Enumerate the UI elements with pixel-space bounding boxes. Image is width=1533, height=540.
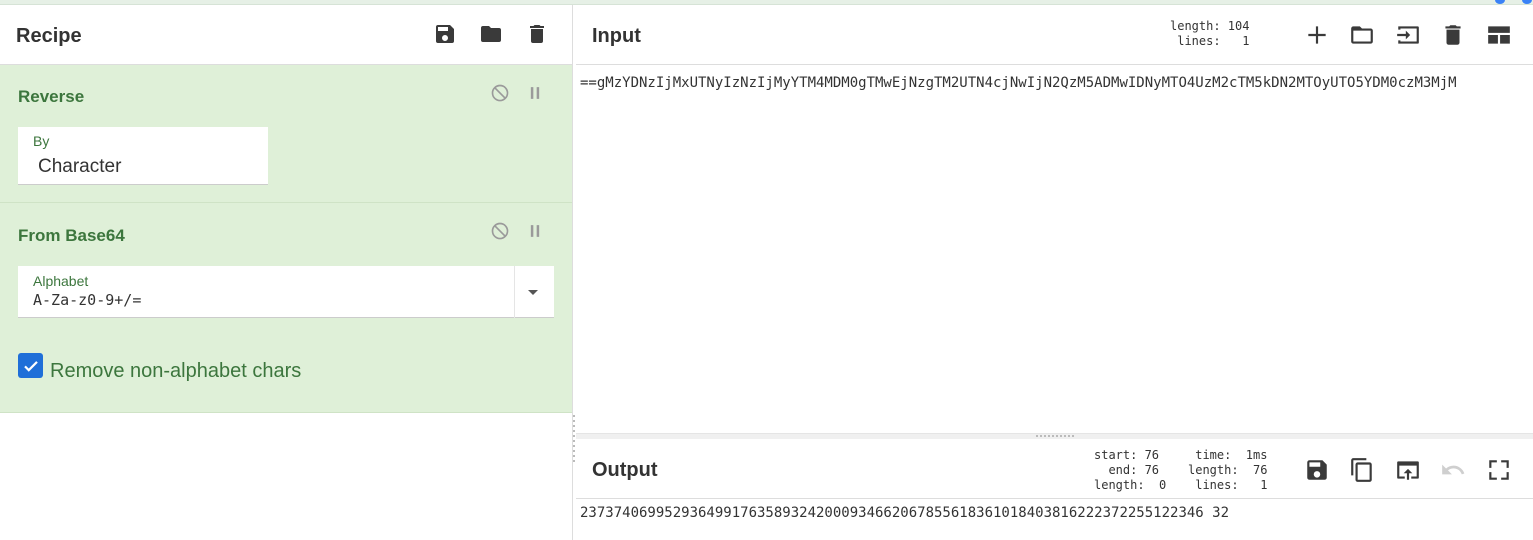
field-value: Character <box>38 156 122 177</box>
input-header: Input length: 104 lines: 1 <box>576 5 1533 65</box>
breakpoint-button[interactable] <box>524 82 546 104</box>
maximise-output-button[interactable] <box>1483 454 1515 486</box>
trash-icon <box>1445 25 1461 45</box>
status-indicator <box>1522 0 1532 4</box>
by-dropdown[interactable]: By Character <box>18 127 268 185</box>
alphabet-field[interactable]: Alphabet A-Za-z0-9+/= <box>18 266 554 318</box>
field-value: A-Za-z0-9+/= <box>33 291 142 309</box>
output-stats-left: start: 76 end: 76 length: 0 <box>1094 448 1167 492</box>
output-title: Output <box>592 459 658 481</box>
checkbox-label: Remove non-alphabet chars <box>50 360 302 382</box>
open-file-button[interactable] <box>1392 19 1424 51</box>
clear-input-button[interactable] <box>1437 19 1469 51</box>
operation-from-base64[interactable]: From Base64 Alphabet A-Za-z0-9+/= Remove… <box>0 203 572 413</box>
input-stats: length: 104 lines: 1 <box>1170 19 1250 48</box>
copy-output-button[interactable] <box>1346 454 1378 486</box>
dropdown-separator <box>514 266 515 318</box>
copy-icon <box>1351 458 1372 482</box>
field-label: Alphabet <box>33 273 89 289</box>
disable-operation-button[interactable] <box>489 82 511 104</box>
input-file-icon <box>1397 26 1419 44</box>
checkmark-icon <box>23 360 38 372</box>
output-to-input-icon <box>1397 461 1419 480</box>
status-indicator <box>1495 0 1505 4</box>
operation-title: Reverse <box>18 87 85 106</box>
fullscreen-icon <box>1489 460 1509 480</box>
operation-reverse[interactable]: Reverse By Character <box>0 65 572 203</box>
output-text[interactable]: 2373740699529364991763589324200093466206… <box>580 505 1229 521</box>
disable-operation-button[interactable] <box>489 220 511 242</box>
input-pane: Input length: 104 lines: 1 ==gMzYDNzIjMx… <box>576 5 1533 435</box>
disable-icon <box>491 222 509 240</box>
input-textarea[interactable]: ==gMzYDNzIjMxUTNyIzNzIjMyYTM4MDM0gTMwEjN… <box>580 71 1525 96</box>
pause-icon <box>530 87 540 99</box>
plus-icon <box>1308 26 1326 44</box>
chevron-down-icon[interactable] <box>528 290 538 295</box>
clear-recipe-button[interactable] <box>522 19 552 49</box>
disable-icon <box>491 84 509 102</box>
field-label: By <box>33 133 50 149</box>
trash-icon <box>530 25 544 43</box>
pause-icon <box>530 225 540 237</box>
add-input-tab-button[interactable] <box>1301 19 1333 51</box>
folder-outline-icon <box>1351 26 1373 44</box>
save-icon <box>436 25 454 43</box>
output-stats-right: time: 1ms length: 76 lines: 1 <box>1188 448 1268 492</box>
input-title: Input <box>592 25 641 47</box>
load-recipe-button[interactable] <box>476 19 506 49</box>
replace-input-button[interactable] <box>1392 454 1424 486</box>
undo-icon <box>1442 464 1465 475</box>
output-pane: Output start: 76 end: 76 length: 0 time:… <box>576 439 1533 540</box>
recipe-pane: Recipe Reverse By Character From Base64 <box>0 5 573 540</box>
recipe-header: Recipe <box>0 5 572 65</box>
save-output-button[interactable] <box>1301 454 1333 486</box>
layout-icon <box>1488 26 1510 44</box>
grip-dots-icon <box>1036 435 1074 438</box>
open-folder-button[interactable] <box>1346 19 1378 51</box>
recipe-title: Recipe <box>16 25 82 47</box>
remove-non-alphabet-checkbox[interactable] <box>18 353 43 378</box>
output-header: Output start: 76 end: 76 length: 0 time:… <box>576 439 1533 499</box>
undo-button[interactable] <box>1437 454 1469 486</box>
save-recipe-button[interactable] <box>430 19 460 49</box>
operation-title: From Base64 <box>18 226 125 245</box>
breakpoint-button[interactable] <box>524 220 546 242</box>
folder-icon <box>481 26 501 42</box>
save-icon <box>1307 460 1327 480</box>
reset-layout-button[interactable] <box>1483 19 1515 51</box>
